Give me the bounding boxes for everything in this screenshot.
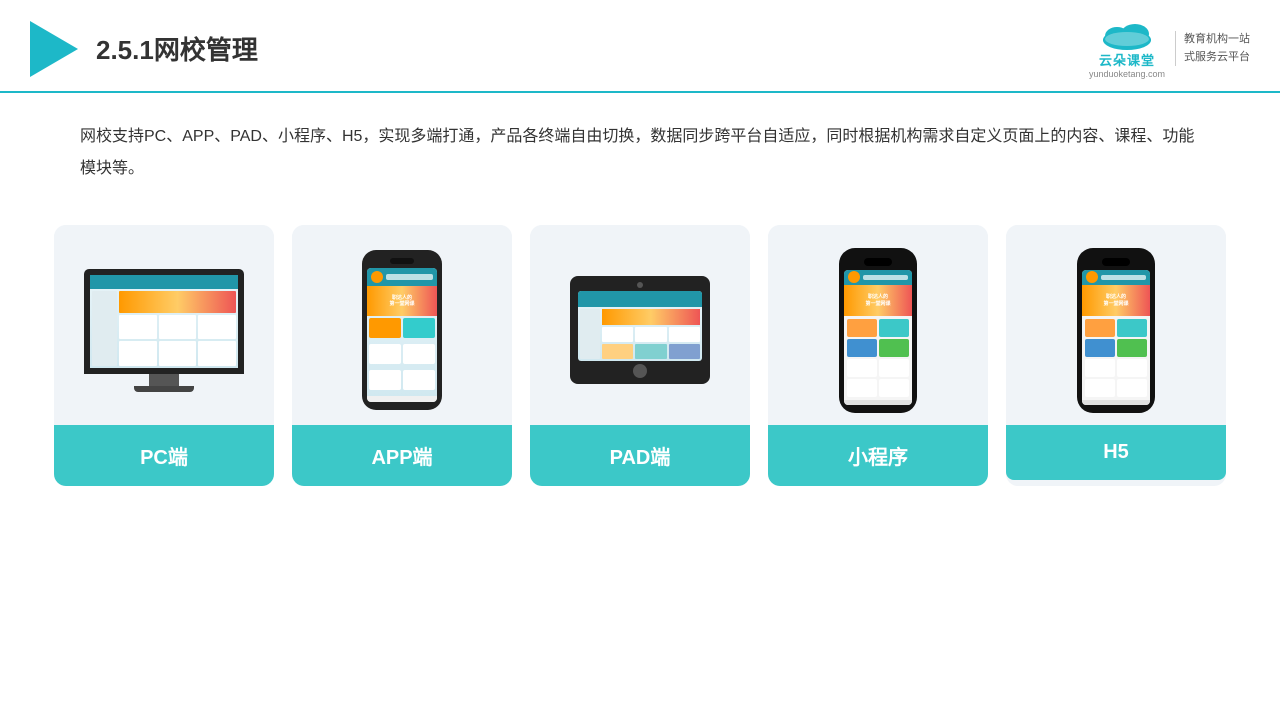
card-h5-label: H5 bbox=[1006, 425, 1226, 480]
card-miniprogram-image: 职达人的第一堂网课 bbox=[768, 225, 988, 425]
pc-monitor-icon bbox=[84, 269, 244, 392]
card-pad-image bbox=[530, 225, 750, 425]
card-pc: PC端 bbox=[54, 225, 274, 486]
card-miniprogram-label: 小程序 bbox=[768, 425, 988, 486]
description-text: 网校支持PC、APP、PAD、小程序、H5，实现多端打通，产品各终端自由切换，数… bbox=[0, 93, 1280, 195]
card-pad: PAD端 bbox=[530, 225, 750, 486]
card-h5: 职达人的第一堂网课 bbox=[1006, 225, 1226, 486]
header: 2.5.1网校管理 云朵课堂 yunduoketang.com 教育机构一站式服… bbox=[0, 0, 1280, 93]
cards-container: PC端 职达人的第一堂网课 bbox=[0, 205, 1280, 486]
pad-tablet-icon bbox=[570, 276, 710, 384]
card-pc-label: PC端 bbox=[54, 425, 274, 486]
card-pc-image bbox=[54, 225, 274, 425]
card-h5-image: 职达人的第一堂网课 bbox=[1006, 225, 1226, 425]
cloud-icon bbox=[1097, 18, 1157, 50]
miniprogram-phone-icon: 职达人的第一堂网课 bbox=[839, 248, 917, 413]
card-app-label: APP端 bbox=[292, 425, 512, 486]
header-right: 云朵课堂 yunduoketang.com 教育机构一站式服务云平台 bbox=[1089, 18, 1250, 79]
page-title: 2.5.1网校管理 bbox=[96, 30, 258, 67]
brand-logo: 云朵课堂 yunduoketang.com bbox=[1089, 18, 1165, 79]
card-pad-label: PAD端 bbox=[530, 425, 750, 486]
brand-url: yunduoketang.com bbox=[1089, 69, 1165, 79]
app-phone-icon: 职达人的第一堂网课 bbox=[362, 250, 442, 410]
card-app-image: 职达人的第一堂网课 bbox=[292, 225, 512, 425]
card-miniprogram: 职达人的第一堂网课 bbox=[768, 225, 988, 486]
logo-triangle-icon bbox=[30, 21, 78, 77]
brand-name: 云朵课堂 bbox=[1099, 50, 1155, 69]
h5-phone-icon: 职达人的第一堂网课 bbox=[1077, 248, 1155, 413]
brand-slogan: 教育机构一站式服务云平台 bbox=[1175, 31, 1250, 66]
header-left: 2.5.1网校管理 bbox=[30, 21, 258, 77]
card-app: 职达人的第一堂网课 APP端 bbox=[292, 225, 512, 486]
